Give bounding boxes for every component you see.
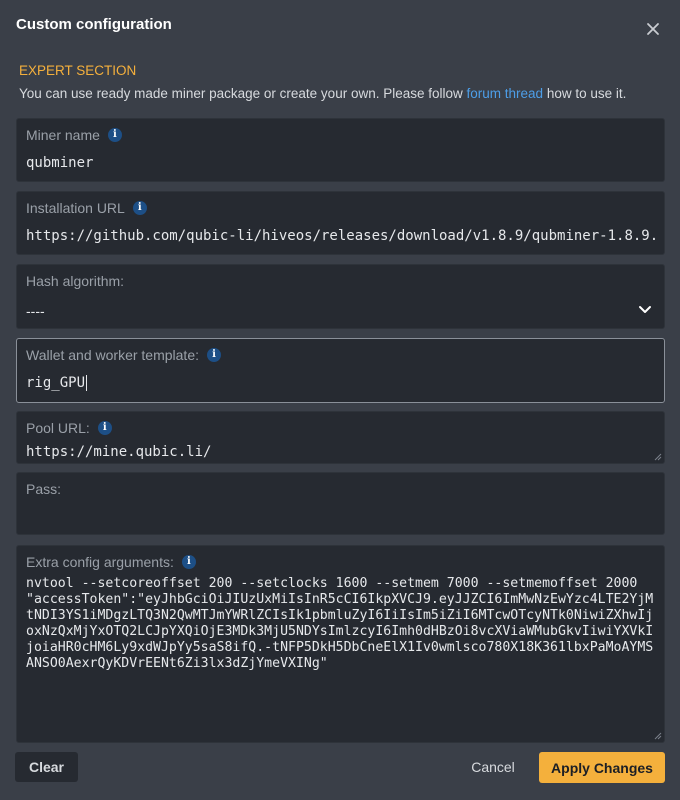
wallet-template-label-text: Wallet and worker template: (26, 347, 199, 363)
text-cursor (86, 375, 88, 391)
extra-config-textarea[interactable]: nvtool --setcoreoffset 200 --setclocks 1… (26, 576, 654, 672)
custom-configuration-dialog: Custom configuration EXPERT SECTION You … (0, 0, 680, 800)
extra-config-label: Extra config arguments: i (26, 554, 196, 570)
description-text-before: You can use ready made miner package or … (19, 86, 467, 101)
installation-url-label: Installation URL i (26, 200, 147, 216)
info-icon[interactable]: i (97, 421, 112, 435)
chevron-down-icon[interactable] (638, 305, 652, 315)
pass-label: Pass: (26, 481, 61, 497)
dialog-header: Custom configuration (16, 16, 664, 40)
hash-algorithm-value: ---- (26, 303, 45, 319)
wallet-template-value: rig_GPU (26, 375, 86, 391)
hash-algorithm-label: Hash algorithm: (26, 273, 124, 289)
installation-url-input[interactable]: https://github.com/qubic-li/hiveos/relea… (26, 228, 658, 244)
miner-name-input[interactable]: qubminer (26, 155, 93, 171)
hash-algorithm-label-text: Hash algorithm: (26, 273, 125, 289)
clear-button[interactable]: Clear (15, 752, 78, 782)
dialog-title: Custom configuration (16, 16, 172, 33)
wallet-template-input[interactable]: rig_GPU (26, 375, 88, 391)
close-icon[interactable] (644, 20, 662, 38)
wallet-template-label: Wallet and worker template: i (26, 347, 221, 363)
apply-changes-button[interactable]: Apply Changes (539, 752, 665, 783)
cancel-button[interactable]: Cancel (460, 752, 526, 782)
info-icon[interactable]: i (181, 555, 196, 569)
description-text-after: how to use it. (543, 86, 627, 101)
resize-handle-icon[interactable] (654, 732, 662, 740)
hash-algorithm-select[interactable]: Hash algorithm: ---- (16, 264, 665, 329)
pool-url-label: Pool URL: i (26, 420, 112, 436)
pool-url-field[interactable]: Pool URL: i https://mine.qubic.li/ (16, 411, 665, 464)
extra-config-label-text: Extra config arguments: (26, 554, 174, 570)
wallet-template-field[interactable]: Wallet and worker template: i rig_GPU (16, 338, 665, 403)
expert-section-label: EXPERT SECTION (19, 63, 137, 78)
pool-url-input[interactable]: https://mine.qubic.li/ (26, 444, 211, 460)
pool-url-label-text: Pool URL: (26, 420, 90, 436)
pass-field[interactable]: Pass: (16, 472, 665, 535)
miner-name-label: Miner name i (26, 127, 122, 143)
pass-label-text: Pass: (26, 481, 62, 497)
miner-name-field[interactable]: Miner name i qubminer (16, 118, 665, 182)
info-icon[interactable]: i (207, 348, 221, 362)
extra-config-field[interactable]: Extra config arguments: i nvtool --setco… (16, 545, 665, 743)
miner-name-label-text: Miner name (26, 127, 100, 143)
resize-handle-icon[interactable] (654, 453, 662, 461)
info-icon[interactable]: i (107, 128, 122, 142)
installation-url-label-text: Installation URL (26, 200, 125, 216)
forum-thread-link[interactable]: forum thread (467, 86, 544, 101)
dialog-description: You can use ready made miner package or … (19, 86, 626, 101)
installation-url-field[interactable]: Installation URL i https://github.com/qu… (16, 191, 665, 255)
info-icon[interactable]: i (132, 201, 147, 215)
